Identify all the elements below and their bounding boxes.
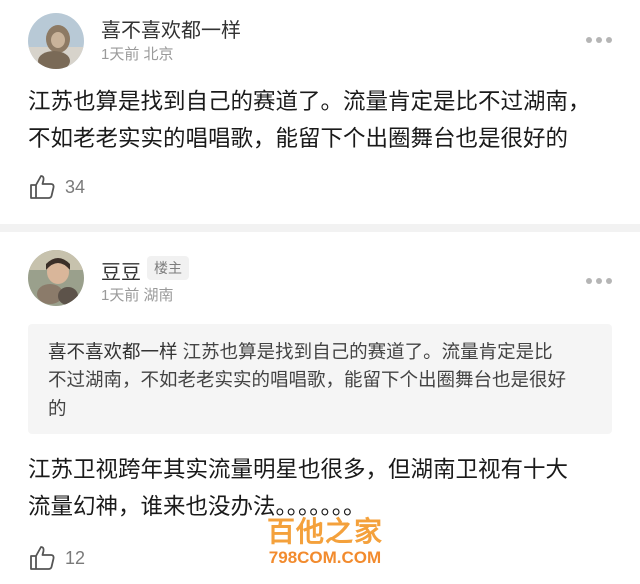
quote-line: 不过湖南，不如老老实实的唱唱歌，能留下个出圈舞台也是很好 — [48, 369, 567, 390]
avatar-image — [28, 13, 84, 69]
quote-line: 的 — [48, 398, 67, 419]
author-badge: 楼主 — [147, 256, 189, 280]
like-count: 34 — [65, 176, 86, 197]
watermark-domain: 798COM.COM — [268, 548, 382, 567]
comment-text-line: 不如老老实实的唱唱歌，能留下个出圈舞台也是很好的 — [28, 126, 569, 151]
quoted-text: 江苏也算是找到自己的赛道了。流量肯定是比 — [182, 341, 553, 362]
quoted-reply[interactable]: 喜不喜欢都一样 江苏也算是找到自己的赛道了。流量肯定是比 不过湖南，不如老老实实… — [28, 324, 612, 434]
username[interactable]: 喜不喜欢都一样 — [101, 14, 241, 43]
comment-divider — [0, 224, 640, 232]
avatar[interactable] — [28, 250, 84, 306]
comment-text-line: 流量幻神，谁来也没办法。。。。。。。 — [28, 494, 366, 519]
like-button[interactable]: 12 — [28, 544, 85, 572]
comment-text-line: 江苏卫视跨年其实流量明星也很多，但湖南卫视有十大 — [28, 457, 569, 482]
more-dots-icon[interactable] — [586, 35, 614, 45]
thumbs-up-icon — [30, 546, 55, 570]
post-meta: 1天前 北京 — [101, 46, 174, 63]
like-count: 12 — [65, 547, 86, 568]
more-dots-icon[interactable] — [586, 276, 614, 286]
quote-line: 喜不喜欢都一样 江苏也算是找到自己的赛道了。流量肯定是比 — [48, 338, 553, 366]
quoted-username: 喜不喜欢都一样 — [48, 341, 178, 362]
username[interactable]: 豆豆 — [101, 256, 141, 285]
post-meta: 1天前 湖南 — [101, 287, 174, 304]
avatar[interactable] — [28, 13, 84, 69]
like-button[interactable]: 34 — [28, 173, 85, 201]
thumbs-up-icon — [30, 175, 55, 199]
avatar-image — [28, 250, 84, 306]
comment-text-line: 江苏也算是找到自己的赛道了。流量肯定是比不过湖南， — [28, 89, 591, 114]
